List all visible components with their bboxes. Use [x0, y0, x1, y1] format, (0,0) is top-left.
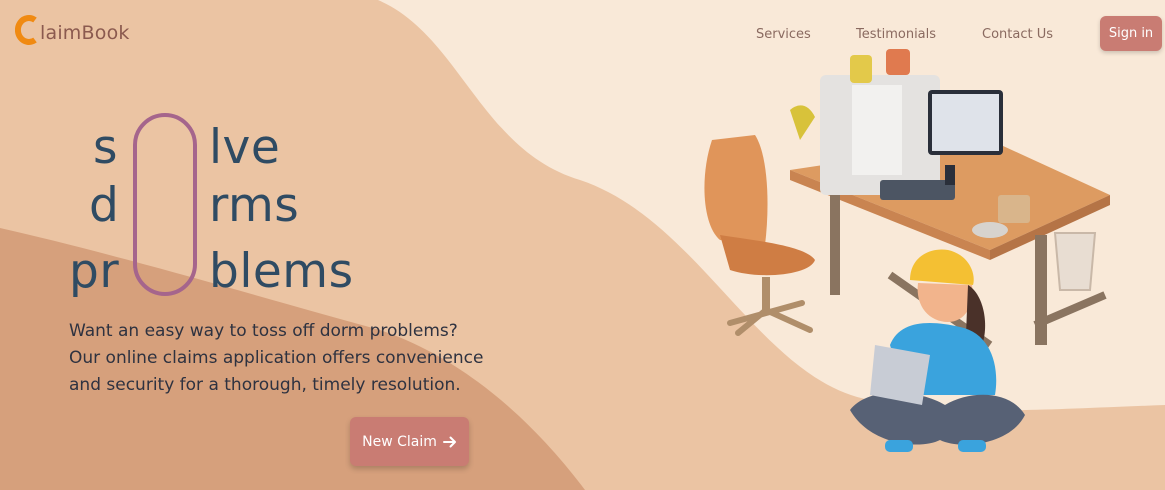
new-claim-label: New Claim [362, 433, 437, 450]
student-desk-illustration [704, 49, 1110, 452]
hero-line2-right: rms [209, 178, 300, 233]
landing-page: laimBook Services Testimonials Contact U… [0, 0, 1165, 490]
new-claim-button[interactable]: New Claim [350, 417, 469, 466]
c-letter-logo-icon [15, 15, 37, 45]
hero-line3-right: blems [209, 244, 354, 299]
brand-logo[interactable]: laimBook [15, 6, 130, 46]
arrow-right-icon [442, 436, 456, 447]
nav-contact-us[interactable]: Contact Us [982, 27, 1053, 42]
hero-line2-left: d [89, 178, 120, 233]
student-with-laptop [850, 249, 1025, 452]
o-pill-shape [133, 113, 197, 296]
hero-description: Want an easy way to toss off dorm proble… [69, 321, 484, 395]
hero-line3-left: pr [69, 244, 120, 299]
nav-services[interactable]: Services [756, 27, 811, 42]
brand-name: laimBook [40, 22, 130, 44]
hero-line1-left: s [93, 120, 118, 175]
desk-chair [704, 135, 815, 336]
nav-testimonials[interactable]: Testimonials [856, 27, 936, 42]
hero-line1-right: lve [209, 120, 281, 175]
